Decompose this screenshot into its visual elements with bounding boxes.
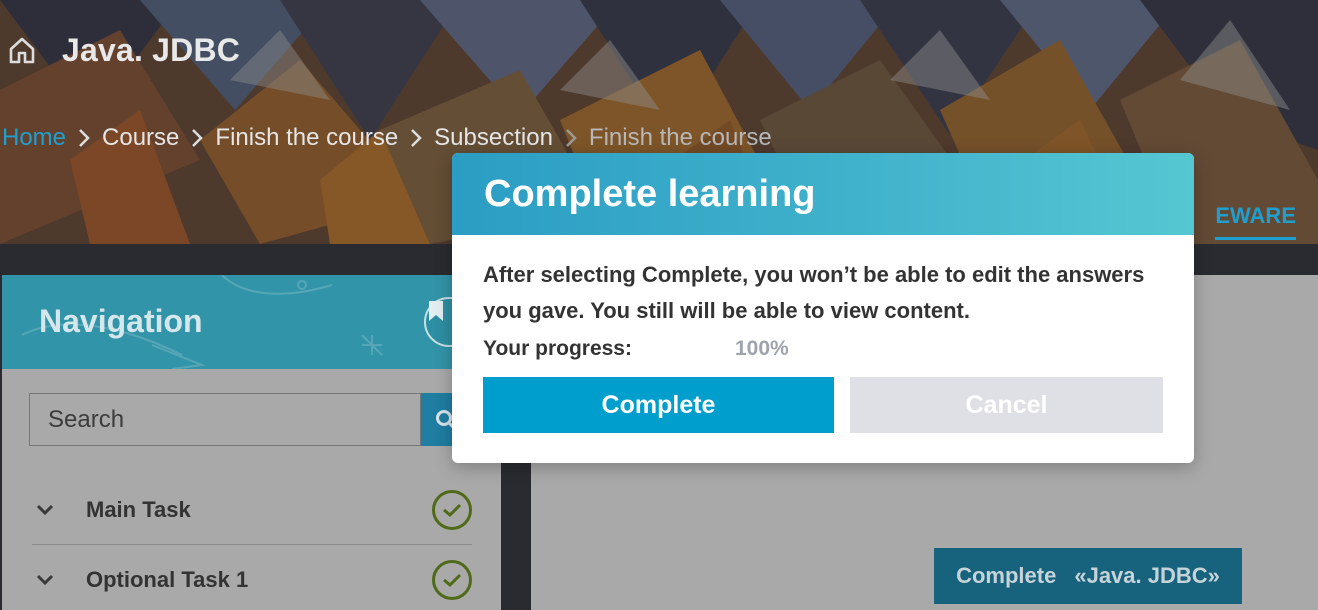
sidebar-header: Navigation [2, 275, 501, 369]
chevron-down-icon[interactable] [36, 574, 66, 586]
sidebar-title: Navigation [39, 303, 203, 339]
nav-item-label: Optional Task 1 [86, 567, 249, 592]
nav-item-main-task[interactable]: Main Task [32, 475, 472, 545]
dialog-actions: Complete Cancel [483, 377, 1163, 433]
complete-learning-dialog: Complete learning After selecting Comple… [452, 153, 1194, 463]
progress-label: Your progress: [483, 337, 632, 360]
nav-item-optional-task-1[interactable]: Optional Task 1 [32, 545, 472, 610]
nav-item-label: Main Task [86, 496, 191, 522]
complete-course-name: «Java. JDBC» [1074, 563, 1220, 588]
chevron-down-icon[interactable] [36, 504, 66, 516]
home-icon[interactable] [2, 30, 42, 70]
chevron-right-icon [66, 127, 102, 149]
complete-course-label: Complete [956, 563, 1057, 588]
complete-course-button[interactable]: Complete «Java. JDBC» [934, 548, 1242, 604]
sidebar-search [29, 393, 501, 446]
breadcrumb-course-link[interactable]: Course [102, 124, 179, 152]
bookmark-icon [429, 301, 443, 321]
navigation-sidebar: Navigation Main Task [2, 275, 501, 610]
tab-courseware[interactable]: EWARE [1215, 203, 1296, 240]
progress-value: 100% [735, 337, 789, 360]
breadcrumb: Home Course Finish the course Subsection… [2, 124, 772, 152]
dialog-title: Complete learning [484, 172, 816, 215]
breadcrumb-section-link[interactable]: Finish the course [215, 124, 398, 152]
breadcrumb-current: Finish the course [588, 124, 772, 151]
chevron-right-icon [179, 127, 215, 149]
dialog-body: After selecting Complete, you won’t be a… [452, 235, 1194, 361]
course-title: Java. JDBC [62, 31, 241, 68]
dialog-message: After selecting Complete, you won’t be a… [483, 262, 1145, 323]
breadcrumb-subsection-link[interactable]: Subsection [434, 124, 553, 152]
search-input[interactable] [29, 393, 421, 446]
course-title-bar: Java. JDBC [0, 30, 240, 70]
check-circle-icon [432, 560, 472, 600]
progress-row: Your progress: 100% [483, 337, 1163, 361]
breadcrumb-home-link[interactable]: Home [2, 124, 66, 152]
chevron-right-icon [553, 127, 589, 149]
navigation-list: Main Task Optional Task 1 [32, 475, 472, 610]
confirm-complete-button[interactable]: Complete [483, 377, 834, 433]
cancel-button[interactable]: Cancel [850, 377, 1163, 433]
dialog-header: Complete learning [452, 153, 1194, 235]
chevron-right-icon [398, 127, 434, 149]
check-circle-icon [432, 490, 472, 530]
